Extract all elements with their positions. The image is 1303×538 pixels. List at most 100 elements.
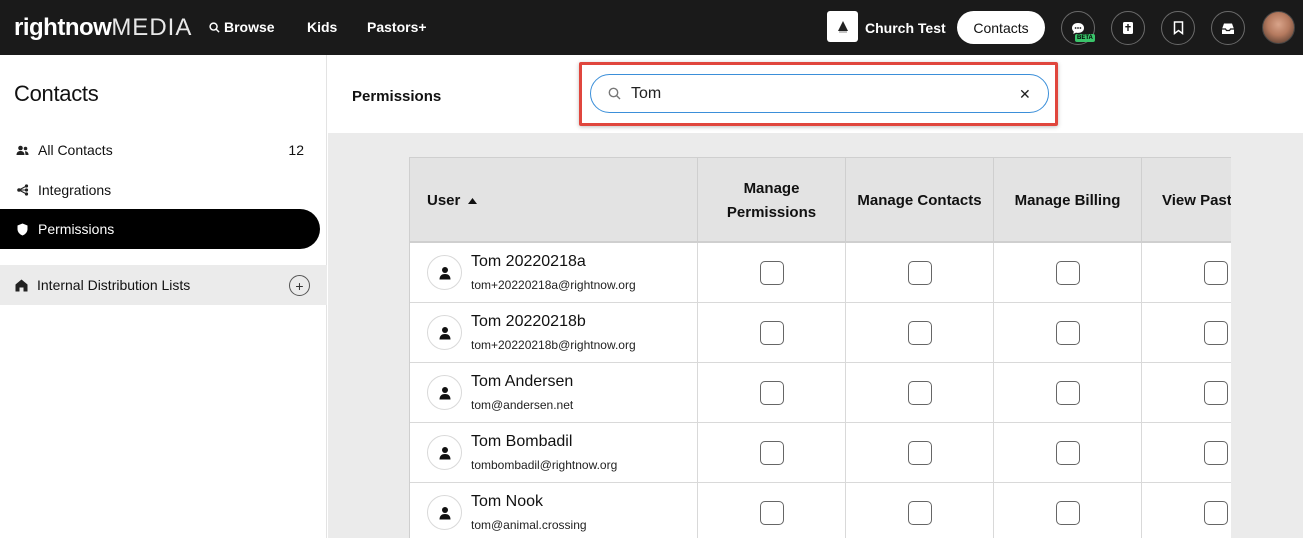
- column-header-view-past[interactable]: View Past: [1142, 158, 1231, 243]
- manage-billing-checkbox[interactable]: [1056, 321, 1080, 345]
- nav-pastors-plus[interactable]: Pastors+: [367, 19, 427, 35]
- table-row: Tom Bombadil tombombadil@rightnow.org: [410, 423, 1231, 483]
- rightnow-media-logo[interactable]: rightnowMEDIA: [14, 14, 192, 42]
- sort-ascending-icon: [468, 197, 478, 204]
- permission-cell: [1142, 423, 1231, 483]
- manage-permissions-checkbox[interactable]: [760, 261, 784, 285]
- column-header-manage-permissions[interactable]: Manage Permissions: [698, 158, 846, 243]
- nav-browse[interactable]: Browse: [209, 19, 275, 35]
- bookmark-button[interactable]: [1161, 11, 1195, 45]
- user-email: tom@andersen.net: [471, 398, 574, 412]
- column-header-manage-billing[interactable]: Manage Billing: [994, 158, 1142, 243]
- user-email: tom+20220218a@rightnow.org: [471, 278, 636, 292]
- bible-button[interactable]: [1111, 11, 1145, 45]
- search-field[interactable]: ✕: [590, 74, 1049, 113]
- manage-contacts-checkbox[interactable]: [908, 441, 932, 465]
- manage-billing-checkbox[interactable]: [1056, 441, 1080, 465]
- permission-cell: [846, 423, 994, 483]
- view-past-checkbox[interactable]: [1204, 261, 1228, 285]
- permission-cell: [1142, 483, 1231, 538]
- sidebar: Contacts All Contacts 12 Integrations Pe…: [0, 55, 327, 538]
- manage-billing-checkbox[interactable]: [1056, 381, 1080, 405]
- manage-contacts-checkbox[interactable]: [908, 321, 932, 345]
- user-name: Tom 20220218b: [471, 313, 586, 330]
- sidebar-group-distribution-lists[interactable]: Internal Distribution Lists +: [0, 265, 327, 305]
- table-header: User Manage Permissions Manage Contacts …: [410, 158, 1231, 243]
- manage-contacts-checkbox[interactable]: [908, 261, 932, 285]
- view-past-checkbox[interactable]: [1204, 441, 1228, 465]
- manage-contacts-checkbox[interactable]: [908, 381, 932, 405]
- column-header-user[interactable]: User: [410, 158, 698, 243]
- view-past-checkbox[interactable]: [1204, 501, 1228, 525]
- table-row: Tom Andersen tom@andersen.net: [410, 363, 1231, 423]
- user-avatar-icon: [427, 375, 462, 410]
- add-list-button[interactable]: +: [289, 275, 310, 296]
- user-avatar-icon: [427, 435, 462, 470]
- permission-cell: [846, 243, 994, 303]
- user-cell: Tom Nook tom@animal.crossing: [410, 483, 698, 538]
- church-logo[interactable]: [827, 11, 858, 42]
- manage-billing-checkbox[interactable]: [1056, 501, 1080, 525]
- integrations-icon: [15, 184, 29, 196]
- sidebar-item-integrations[interactable]: Integrations: [0, 170, 320, 210]
- permission-cell: [1142, 363, 1231, 423]
- view-past-checkbox[interactable]: [1204, 321, 1228, 345]
- clear-search-icon[interactable]: ✕: [1019, 86, 1031, 103]
- manage-permissions-checkbox[interactable]: [760, 441, 784, 465]
- users-icon: [15, 145, 29, 156]
- search-input[interactable]: [631, 83, 1001, 105]
- nav-kids[interactable]: Kids: [307, 19, 337, 35]
- shield-icon: [15, 223, 29, 236]
- sidebar-item-permissions[interactable]: Permissions: [0, 209, 320, 249]
- table-row: Tom 20220218b tom+20220218b@rightnow.org: [410, 303, 1231, 363]
- search-icon: [608, 87, 621, 100]
- permission-cell: [846, 483, 994, 538]
- user-avatar[interactable]: [1262, 11, 1295, 44]
- inbox-icon: [1222, 23, 1234, 34]
- permission-cell: [698, 243, 846, 303]
- sidebar-item-all-contacts[interactable]: All Contacts 12: [0, 130, 320, 170]
- table-row: Tom 20220218a tom+20220218a@rightnow.org: [410, 243, 1231, 303]
- chat-button[interactable]: BETA: [1061, 11, 1095, 45]
- user-avatar-icon: [427, 315, 462, 350]
- permission-cell: [994, 243, 1142, 303]
- user-cell: Tom Andersen tom@andersen.net: [410, 363, 698, 423]
- manage-permissions-checkbox[interactable]: [760, 501, 784, 525]
- search-icon: [209, 22, 220, 33]
- bookmark-icon: [1173, 21, 1183, 35]
- beta-badge: BETA: [1075, 34, 1095, 42]
- permissions-table: User Manage Permissions Manage Contacts …: [409, 157, 1231, 538]
- sidebar-group-label: Internal Distribution Lists: [37, 277, 191, 293]
- user-name: Tom 20220218a: [471, 253, 586, 270]
- user-avatar-icon: [427, 255, 462, 290]
- manage-permissions-checkbox[interactable]: [760, 381, 784, 405]
- user-name: Tom Bombadil: [471, 433, 573, 450]
- manage-permissions-checkbox[interactable]: [760, 321, 784, 345]
- top-navigation-bar: rightnowMEDIA Browse Kids Pastors+ Churc…: [0, 0, 1303, 55]
- permission-cell: [994, 423, 1142, 483]
- contacts-button[interactable]: Contacts: [957, 11, 1045, 44]
- user-email: tombombadil@rightnow.org: [471, 458, 618, 472]
- sidebar-item-label: Integrations: [38, 182, 112, 198]
- user-email: tom@animal.crossing: [471, 518, 587, 532]
- permission-cell: [994, 303, 1142, 363]
- permission-cell: [994, 363, 1142, 423]
- column-header-manage-contacts[interactable]: Manage Contacts: [846, 158, 994, 243]
- permission-cell: [1142, 243, 1231, 303]
- inbox-button[interactable]: [1211, 11, 1245, 45]
- permission-cell: [846, 363, 994, 423]
- contacts-count: 12: [288, 142, 304, 158]
- church-name[interactable]: Church Test: [865, 20, 946, 36]
- main-header: Permissions ✕: [328, 55, 1303, 133]
- user-name: Tom Nook: [471, 493, 544, 510]
- bible-icon: [1123, 22, 1133, 34]
- permission-cell: [698, 423, 846, 483]
- user-email: tom+20220218b@rightnow.org: [471, 338, 636, 352]
- view-past-checkbox[interactable]: [1204, 381, 1228, 405]
- manage-billing-checkbox[interactable]: [1056, 261, 1080, 285]
- user-cell: Tom 20220218a tom+20220218a@rightnow.org: [410, 243, 698, 303]
- table-row: Tom Nook tom@animal.crossing: [410, 483, 1231, 538]
- manage-contacts-checkbox[interactable]: [908, 501, 932, 525]
- permission-cell: [846, 303, 994, 363]
- permission-cell: [698, 303, 846, 363]
